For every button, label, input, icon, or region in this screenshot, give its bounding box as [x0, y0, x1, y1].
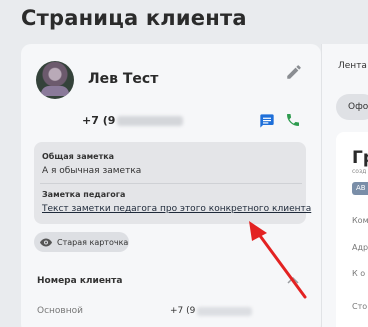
phone-row-redacted: [197, 306, 253, 316]
phones-section-title: Номера клиента: [37, 276, 123, 286]
old-card-label: Старая карточка: [57, 237, 129, 247]
phone-row-prefix: +7 (9: [170, 306, 196, 316]
collapse-icon[interactable]: [287, 276, 299, 284]
client-phone: +7 (9: [82, 114, 184, 127]
general-note-title: Общая заметка: [42, 152, 115, 161]
phone-icon[interactable]: [285, 112, 301, 128]
teacher-note-link[interactable]: Текст заметки педагога про этого конкрет…: [42, 204, 311, 214]
client-phone-prefix: +7 (9: [82, 114, 116, 127]
avatar: [36, 61, 74, 99]
client-name: Лев Тест: [88, 71, 159, 87]
right-card-field: Ком: [352, 216, 368, 225]
right-card-field: Адр: [352, 243, 368, 252]
pencil-icon[interactable]: [285, 63, 303, 81]
right-card-field: К о: [352, 269, 366, 278]
eye-icon: [40, 238, 52, 246]
right-card-subtitle: созд: [352, 168, 367, 175]
phone-row-value: +7 (9: [170, 306, 253, 316]
right-card-badge: АВ: [352, 182, 368, 195]
feed-tab-label[interactable]: Лента: [338, 61, 367, 71]
feed-filter-pill[interactable]: Офо: [336, 94, 368, 120]
right-card-field: Сто: [352, 302, 368, 311]
right-card-title: Гр: [352, 148, 368, 168]
teacher-note-title: Заметка педагога: [42, 190, 126, 199]
old-card-button[interactable]: Старая карточка: [34, 232, 129, 252]
notes-divider: [40, 183, 302, 184]
phone-redacted: [117, 115, 184, 126]
phone-row-label: Основной: [37, 306, 83, 316]
chat-icon[interactable]: [259, 113, 275, 129]
general-note-text: А я обычная заметка: [42, 166, 142, 176]
page-title: Страница клиента: [21, 6, 247, 30]
